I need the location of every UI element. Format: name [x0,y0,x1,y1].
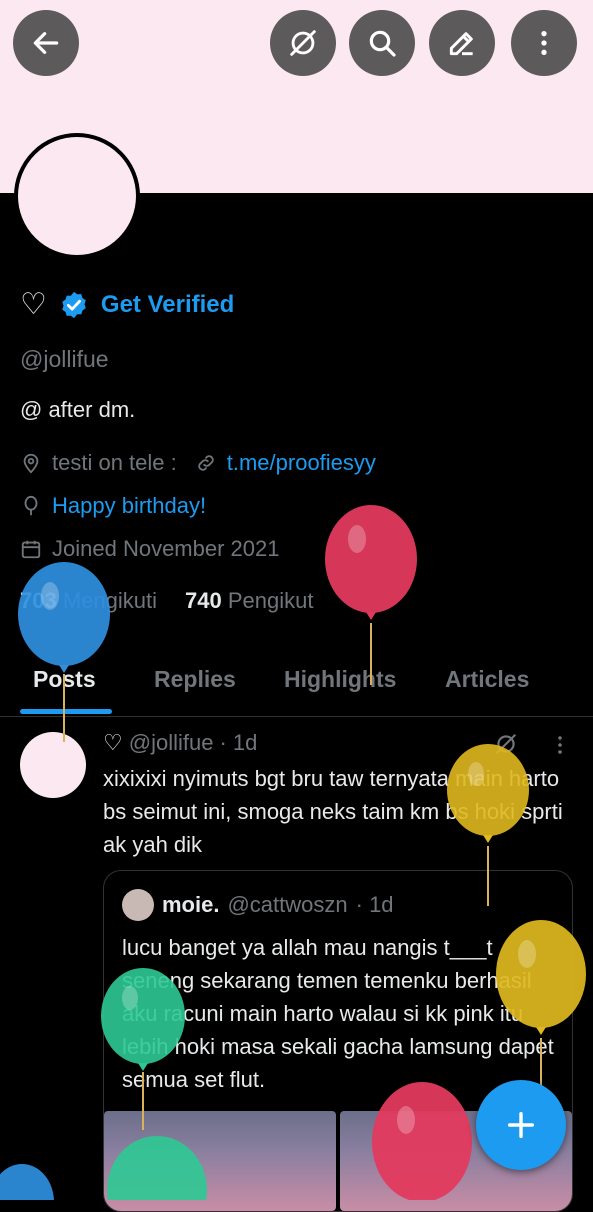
followers-count: 740 [185,588,222,613]
post-author-handle[interactable]: @jollifue [129,730,214,756]
balloon-blue-icon [18,562,110,742]
balloon-green-icon [101,968,185,1130]
back-button[interactable] [13,10,79,76]
calendar-icon [21,540,41,559]
get-verified-link[interactable]: Get Verified [101,291,234,319]
balloon-yellow-icon [496,920,586,1100]
quoted-author-avatar [122,889,154,921]
quoted-post-time: · 1d [355,892,394,917]
profile-avatar[interactable] [14,133,140,259]
profile-bio: @ after dm. [20,397,136,422]
quoted-author-handle: @cattwoszn [227,892,348,917]
profile-location-row: testi on tele : t.me/proofiesyy [20,450,376,476]
balloon-yellow-icon [447,744,529,906]
profile-birthday-row: Happy birthday! [20,493,206,519]
search-icon [369,30,396,57]
more-vertical-icon [541,31,547,55]
balloon-green-icon [107,1136,207,1200]
profile-name-row: ♡ Get Verified [20,290,234,320]
search-button[interactable] [349,10,415,76]
pencil-icon [449,32,473,56]
grok-button[interactable] [270,10,336,76]
balloon-blue-icon [0,1164,54,1200]
quoted-author-name: moie. [162,892,220,917]
profile-location: testi on tele : [52,450,177,475]
profile-joined-row: Joined November 2021 [20,536,279,562]
tab-replies[interactable]: Replies [154,666,236,693]
profile-handle: @jollifue [20,346,109,372]
location-pin-icon [23,453,39,474]
post-more-icon[interactable] [548,733,572,757]
post-header: ♡ @jollifue · 1d [103,730,257,756]
profile-website-link[interactable]: t.me/proofiesyy [227,450,376,476]
followers-label: Pengikut [227,588,314,613]
more-button[interactable] [511,10,577,76]
tab-articles[interactable]: Articles [445,666,529,693]
link-icon [198,455,214,471]
quoted-post-header: moie. @cattwoszn · 1d [122,889,394,921]
edit-button[interactable] [429,10,495,76]
balloon-red-icon [372,1082,472,1200]
balloon-icon [24,495,38,516]
arrow-left-icon [33,32,59,54]
compose-post-button[interactable] [476,1080,566,1170]
plus-icon [507,1111,535,1139]
display-name: ♡ [20,288,47,321]
profile-birthday[interactable]: Happy birthday! [52,493,206,519]
post-time: · 1d [219,730,258,755]
grok-icon [290,30,316,56]
profile-joined: Joined November 2021 [52,536,280,561]
verified-badge-icon [59,290,89,320]
balloon-red-icon [325,505,417,685]
followers-link[interactable]: 740 Pengikut [185,588,313,614]
